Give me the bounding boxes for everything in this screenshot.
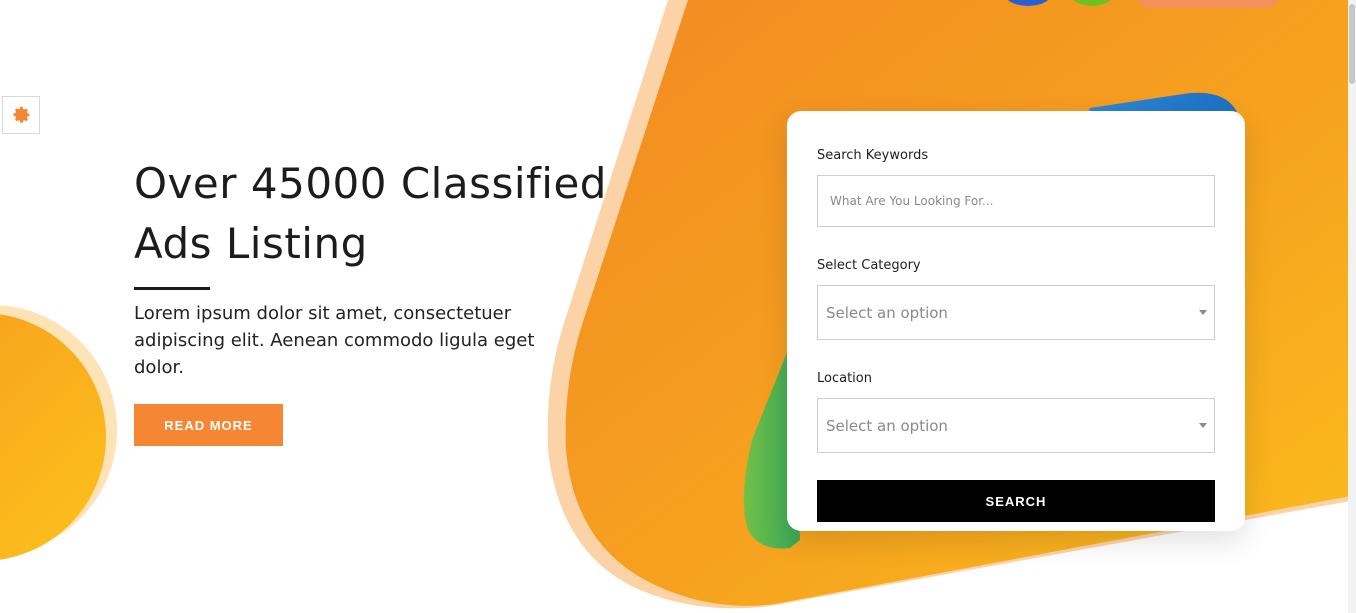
category-select[interactable]: Select an option xyxy=(817,285,1215,340)
scrollbar[interactable] xyxy=(1348,0,1356,613)
hero-divider xyxy=(134,287,210,290)
chevron-down-icon xyxy=(1199,422,1207,428)
location-select-value: Select an option xyxy=(826,416,948,435)
location-label: Location xyxy=(817,371,872,386)
hero-title: Over 45000 Classified Ads Listing xyxy=(134,154,634,274)
scrollbar-thumb[interactable] xyxy=(1349,4,1355,84)
keywords-label: Search Keywords xyxy=(817,148,929,163)
category-select-value: Select an option xyxy=(826,303,948,322)
left-circle xyxy=(0,314,106,560)
category-label: Select Category xyxy=(817,258,921,273)
location-select[interactable]: Select an option xyxy=(817,398,1215,453)
hero-description: Lorem ipsum dolor sit amet, consectetuer… xyxy=(134,303,535,378)
chevron-down-icon xyxy=(1199,309,1207,315)
hero-section: Over 45000 Classified Ads Listing Lorem … xyxy=(134,154,634,446)
gear-icon xyxy=(13,106,30,123)
settings-button[interactable] xyxy=(2,96,40,134)
search-form: Search Keywords Select Category Select a… xyxy=(787,111,1245,531)
read-more-button[interactable]: READ MORE xyxy=(134,404,283,446)
search-button[interactable]: SEARCH xyxy=(817,480,1215,522)
hero-title-line-2: Ads Listing xyxy=(134,219,368,268)
hero-title-line-1: Over 45000 Classified xyxy=(134,159,607,208)
orange-pill xyxy=(1136,0,1280,8)
page: Over 45000 Classified Ads Listing Lorem … xyxy=(0,0,1356,613)
keywords-input[interactable] xyxy=(817,175,1215,227)
